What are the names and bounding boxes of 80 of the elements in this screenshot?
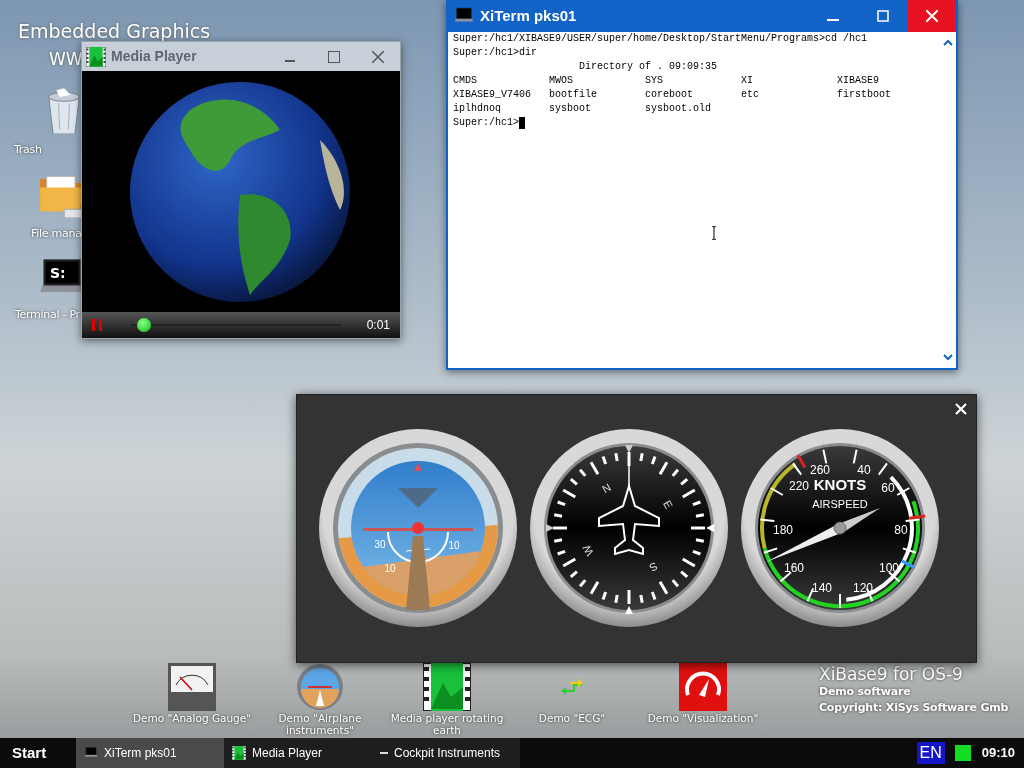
window-title: Media Player — [111, 47, 198, 66]
close-icon — [372, 50, 384, 63]
launcher-label[interactable]: Demo "Airplane instruments" — [258, 712, 382, 736]
launcher-label[interactable]: Demo "Visualization" — [647, 712, 759, 724]
taskbar-button[interactable]: Cockpit Instruments — [372, 738, 520, 768]
dash-icon — [380, 752, 388, 754]
terminal-line: Directory of . 09:09:35 — [578, 60, 719, 74]
analog-gauge-icon — [168, 663, 216, 711]
scale-label: 10 — [448, 539, 460, 551]
status-indicator — [954, 745, 971, 761]
window-title: XiTerm pks01 — [480, 5, 578, 26]
text-cursor — [519, 117, 525, 129]
close-icon — [926, 10, 938, 22]
branding-text: Copyright: XiSys Software Gmb — [819, 700, 1009, 716]
file-name: firstboot — [837, 88, 892, 102]
file-name: sysboot — [549, 102, 592, 116]
film-icon — [232, 746, 246, 760]
file-name: coreboot — [645, 88, 694, 102]
slider-thumb[interactable] — [136, 318, 151, 332]
scale-label: 260 — [810, 463, 830, 478]
taskbar-button[interactable]: Media Player — [224, 738, 372, 768]
file-name: XIBASE9 — [837, 74, 880, 88]
scale-label: 60 — [881, 481, 895, 496]
scale-label: 140 — [812, 581, 832, 596]
file-name: iplhdnoq — [453, 102, 502, 116]
minimize-icon — [827, 19, 839, 21]
prompt-text: Super:/hc1> — [453, 116, 519, 130]
maximize-icon — [328, 50, 340, 63]
file-name: MWOS — [549, 74, 574, 88]
desktop-title: Embedded Graphics — [18, 19, 211, 44]
file-name: XIBASE9_V7406 — [453, 88, 532, 102]
scale-label: KNOTS — [813, 475, 867, 493]
terminal-line: Super:/hc1>dir — [453, 46, 538, 60]
website-text: WW — [49, 48, 83, 71]
minimize-icon — [285, 59, 295, 62]
scroll-down-icon[interactable] — [943, 354, 953, 360]
language-indicator[interactable]: EN — [916, 742, 945, 764]
file-name: etc — [741, 88, 760, 102]
scale-label: 40 — [857, 463, 871, 478]
pause-button[interactable] — [92, 319, 102, 331]
scale-label: 80 — [894, 523, 908, 538]
file-name: XI — [741, 74, 754, 88]
desktop-icon-label[interactable]: Terminal - Pr — [15, 307, 80, 324]
scale-label: 220 — [789, 479, 809, 494]
close-icon — [954, 402, 968, 416]
scale-label: 10 — [384, 562, 396, 574]
scale-label: 160 — [784, 561, 804, 576]
time-text: 0:01 — [366, 317, 390, 334]
scale-label: 180 — [773, 523, 793, 538]
file-name: bootfile — [549, 88, 598, 102]
attitude-indicator-icon — [296, 663, 344, 711]
scale-label: S — [647, 559, 660, 574]
launcher-label[interactable]: Media player rotating earth — [385, 712, 509, 736]
clock-text: 09:10 — [981, 744, 1015, 763]
taskbar-button[interactable]: XiTerm pks01 — [76, 738, 224, 768]
file-name: SYS — [645, 74, 664, 88]
desktop-icon-label[interactable]: Trash — [14, 142, 42, 159]
scale-label: 30 — [374, 538, 386, 550]
start-button[interactable]: Start — [0, 738, 76, 768]
terminal-line: Super:/hc1/XIBASE9/USER/super/home/Desktop/StartMenu/Programs>cd /hc1 — [453, 32, 869, 46]
branding-title: XiBase9 for OS-9 — [819, 664, 964, 684]
close-button[interactable] — [954, 402, 968, 416]
scroll-up-icon[interactable] — [943, 40, 953, 46]
maximize-icon — [877, 10, 889, 22]
terminal-icon — [84, 746, 98, 760]
scale-label: E — [660, 498, 675, 511]
arrows-icon — [560, 678, 584, 696]
icon-text: S: — [50, 264, 66, 283]
scale-label: W — [580, 543, 596, 559]
speedometer-icon — [679, 663, 727, 711]
launcher-label[interactable]: Demo "ECG" — [538, 712, 606, 724]
scale-label: N — [600, 480, 613, 496]
launcher-label[interactable]: Demo "Analog Gauge" — [132, 712, 252, 724]
desktop-icon-label[interactable]: File mana — [31, 226, 82, 243]
text-cursor-icon — [711, 226, 717, 240]
file-name: CMDS — [453, 74, 478, 88]
film-icon — [86, 46, 106, 67]
scale-label: AIRSPEED — [812, 497, 868, 510]
file-name: sysboot.old — [645, 102, 712, 116]
branding-text: Demo software — [819, 684, 912, 700]
